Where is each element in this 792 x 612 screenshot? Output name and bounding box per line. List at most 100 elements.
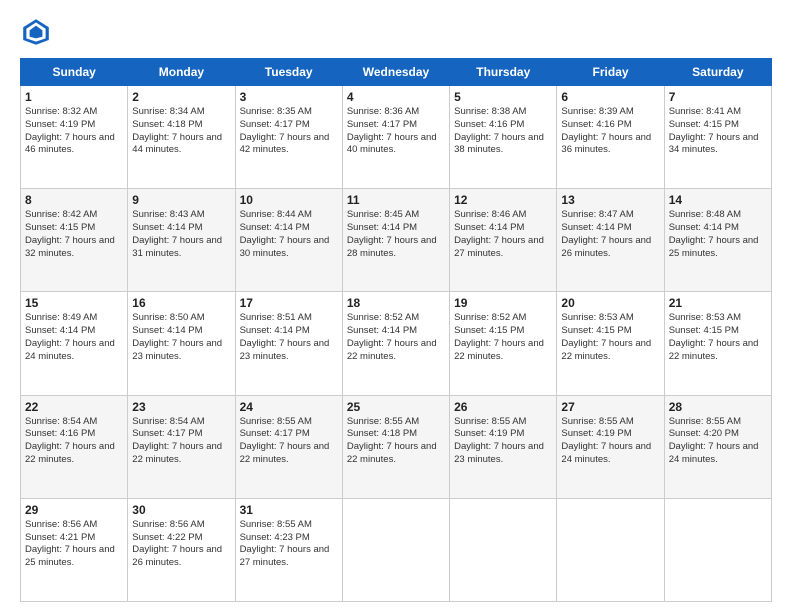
calendar-cell: 29 Sunrise: 8:56 AM Sunset: 4:21 PM Dayli… [21, 498, 128, 601]
day-number: 9 [132, 193, 230, 207]
calendar-week-row: 22 Sunrise: 8:54 AM Sunset: 4:16 PM Dayli… [21, 395, 772, 498]
calendar-header-row: SundayMondayTuesdayWednesdayThursdayFrid… [21, 59, 772, 86]
calendar-cell: 5 Sunrise: 8:38 AM Sunset: 4:16 PM Daylig… [450, 86, 557, 189]
calendar-week-row: 29 Sunrise: 8:56 AM Sunset: 4:21 PM Dayli… [21, 498, 772, 601]
day-number: 3 [240, 90, 338, 104]
day-number: 21 [669, 296, 767, 310]
day-header-tuesday: Tuesday [235, 59, 342, 86]
day-number: 8 [25, 193, 123, 207]
day-info: Sunrise: 8:53 AM Sunset: 4:15 PM Dayligh… [669, 312, 767, 363]
calendar-cell [342, 498, 449, 601]
day-number: 15 [25, 296, 123, 310]
day-number: 17 [240, 296, 338, 310]
day-number: 26 [454, 400, 552, 414]
day-number: 13 [561, 193, 659, 207]
day-number: 28 [669, 400, 767, 414]
calendar-cell: 4 Sunrise: 8:36 AM Sunset: 4:17 PM Daylig… [342, 86, 449, 189]
day-info: Sunrise: 8:55 AM Sunset: 4:20 PM Dayligh… [669, 416, 767, 467]
header [20, 16, 772, 48]
day-info: Sunrise: 8:54 AM Sunset: 4:16 PM Dayligh… [25, 416, 123, 467]
day-info: Sunrise: 8:49 AM Sunset: 4:14 PM Dayligh… [25, 312, 123, 363]
calendar-cell: 14 Sunrise: 8:48 AM Sunset: 4:14 PM Dayli… [664, 189, 771, 292]
calendar-cell: 22 Sunrise: 8:54 AM Sunset: 4:16 PM Dayli… [21, 395, 128, 498]
calendar-cell: 19Sunrise: 8:52 AM Sunset: 4:15 PM Dayli… [450, 292, 557, 395]
day-info: Sunrise: 8:52 AM Sunset: 4:14 PM Dayligh… [347, 312, 445, 363]
logo [20, 16, 56, 48]
calendar-cell: 27Sunrise: 8:55 AM Sunset: 4:19 PM Dayli… [557, 395, 664, 498]
day-info: Sunrise: 8:51 AM Sunset: 4:14 PM Dayligh… [240, 312, 338, 363]
day-info: Sunrise: 8:42 AM Sunset: 4:15 PM Dayligh… [25, 209, 123, 260]
day-info: Sunrise: 8:41 AM Sunset: 4:15 PM Dayligh… [669, 106, 767, 157]
day-number: 14 [669, 193, 767, 207]
day-number: 18 [347, 296, 445, 310]
calendar-cell: 6Sunrise: 8:39 AM Sunset: 4:16 PM Daylig… [557, 86, 664, 189]
day-info: Sunrise: 8:43 AM Sunset: 4:14 PM Dayligh… [132, 209, 230, 260]
calendar-cell: 18 Sunrise: 8:52 AM Sunset: 4:14 PM Dayli… [342, 292, 449, 395]
calendar-week-row: 8 Sunrise: 8:42 AM Sunset: 4:15 PM Daylig… [21, 189, 772, 292]
day-header-wednesday: Wednesday [342, 59, 449, 86]
day-info: Sunrise: 8:47 AM Sunset: 4:14 PM Dayligh… [561, 209, 659, 260]
day-number: 19 [454, 296, 552, 310]
calendar-cell [557, 498, 664, 601]
calendar-cell: 2 Sunrise: 8:34 AM Sunset: 4:18 PM Daylig… [128, 86, 235, 189]
day-header-monday: Monday [128, 59, 235, 86]
day-number: 2 [132, 90, 230, 104]
calendar-cell: 20Sunrise: 8:53 AM Sunset: 4:15 PM Dayli… [557, 292, 664, 395]
day-info: Sunrise: 8:55 AM Sunset: 4:23 PM Dayligh… [240, 519, 338, 570]
calendar-cell: 24 Sunrise: 8:55 AM Sunset: 4:17 PM Dayli… [235, 395, 342, 498]
day-number: 4 [347, 90, 445, 104]
calendar-cell: 7 Sunrise: 8:41 AM Sunset: 4:15 PM Daylig… [664, 86, 771, 189]
day-info: Sunrise: 8:32 AM Sunset: 4:19 PM Dayligh… [25, 106, 123, 157]
day-number: 1 [25, 90, 123, 104]
calendar-cell: 21 Sunrise: 8:53 AM Sunset: 4:15 PM Dayli… [664, 292, 771, 395]
day-number: 23 [132, 400, 230, 414]
day-number: 25 [347, 400, 445, 414]
day-number: 11 [347, 193, 445, 207]
day-info: Sunrise: 8:55 AM Sunset: 4:19 PM Dayligh… [561, 416, 659, 467]
day-info: Sunrise: 8:46 AM Sunset: 4:14 PM Dayligh… [454, 209, 552, 260]
day-number: 12 [454, 193, 552, 207]
day-info: Sunrise: 8:55 AM Sunset: 4:17 PM Dayligh… [240, 416, 338, 467]
day-number: 31 [240, 503, 338, 517]
calendar-table: SundayMondayTuesdayWednesdayThursdayFrid… [20, 58, 772, 602]
day-info: Sunrise: 8:53 AM Sunset: 4:15 PM Dayligh… [561, 312, 659, 363]
day-number: 16 [132, 296, 230, 310]
day-number: 29 [25, 503, 123, 517]
calendar-cell: 1 Sunrise: 8:32 AM Sunset: 4:19 PM Daylig… [21, 86, 128, 189]
calendar-cell: 30Sunrise: 8:56 AM Sunset: 4:22 PM Dayli… [128, 498, 235, 601]
day-header-friday: Friday [557, 59, 664, 86]
calendar-week-row: 15 Sunrise: 8:49 AM Sunset: 4:14 PM Dayli… [21, 292, 772, 395]
day-number: 5 [454, 90, 552, 104]
day-info: Sunrise: 8:44 AM Sunset: 4:14 PM Dayligh… [240, 209, 338, 260]
calendar-cell: 25 Sunrise: 8:55 AM Sunset: 4:18 PM Dayli… [342, 395, 449, 498]
calendar-cell: 13 Sunrise: 8:47 AM Sunset: 4:14 PM Dayli… [557, 189, 664, 292]
day-info: Sunrise: 8:55 AM Sunset: 4:19 PM Dayligh… [454, 416, 552, 467]
calendar-cell: 11 Sunrise: 8:45 AM Sunset: 4:14 PM Dayli… [342, 189, 449, 292]
calendar-cell: 15 Sunrise: 8:49 AM Sunset: 4:14 PM Dayli… [21, 292, 128, 395]
day-info: Sunrise: 8:50 AM Sunset: 4:14 PM Dayligh… [132, 312, 230, 363]
day-info: Sunrise: 8:34 AM Sunset: 4:18 PM Dayligh… [132, 106, 230, 157]
calendar-cell: 31 Sunrise: 8:55 AM Sunset: 4:23 PM Dayli… [235, 498, 342, 601]
day-info: Sunrise: 8:54 AM Sunset: 4:17 PM Dayligh… [132, 416, 230, 467]
day-number: 7 [669, 90, 767, 104]
day-header-sunday: Sunday [21, 59, 128, 86]
day-number: 22 [25, 400, 123, 414]
calendar-cell [664, 498, 771, 601]
day-info: Sunrise: 8:36 AM Sunset: 4:17 PM Dayligh… [347, 106, 445, 157]
day-info: Sunrise: 8:55 AM Sunset: 4:18 PM Dayligh… [347, 416, 445, 467]
day-info: Sunrise: 8:35 AM Sunset: 4:17 PM Dayligh… [240, 106, 338, 157]
day-info: Sunrise: 8:56 AM Sunset: 4:21 PM Dayligh… [25, 519, 123, 570]
day-number: 24 [240, 400, 338, 414]
calendar-cell: 9 Sunrise: 8:43 AM Sunset: 4:14 PM Daylig… [128, 189, 235, 292]
calendar-cell: 3 Sunrise: 8:35 AM Sunset: 4:17 PM Daylig… [235, 86, 342, 189]
calendar-cell: 23 Sunrise: 8:54 AM Sunset: 4:17 PM Dayli… [128, 395, 235, 498]
calendar-cell [450, 498, 557, 601]
logo-icon [20, 16, 52, 48]
day-info: Sunrise: 8:48 AM Sunset: 4:14 PM Dayligh… [669, 209, 767, 260]
day-info: Sunrise: 8:45 AM Sunset: 4:14 PM Dayligh… [347, 209, 445, 260]
calendar-week-row: 1 Sunrise: 8:32 AM Sunset: 4:19 PM Daylig… [21, 86, 772, 189]
day-info: Sunrise: 8:38 AM Sunset: 4:16 PM Dayligh… [454, 106, 552, 157]
calendar-cell: 16 Sunrise: 8:50 AM Sunset: 4:14 PM Dayli… [128, 292, 235, 395]
calendar-cell: 10Sunrise: 8:44 AM Sunset: 4:14 PM Dayli… [235, 189, 342, 292]
day-info: Sunrise: 8:39 AM Sunset: 4:16 PM Dayligh… [561, 106, 659, 157]
